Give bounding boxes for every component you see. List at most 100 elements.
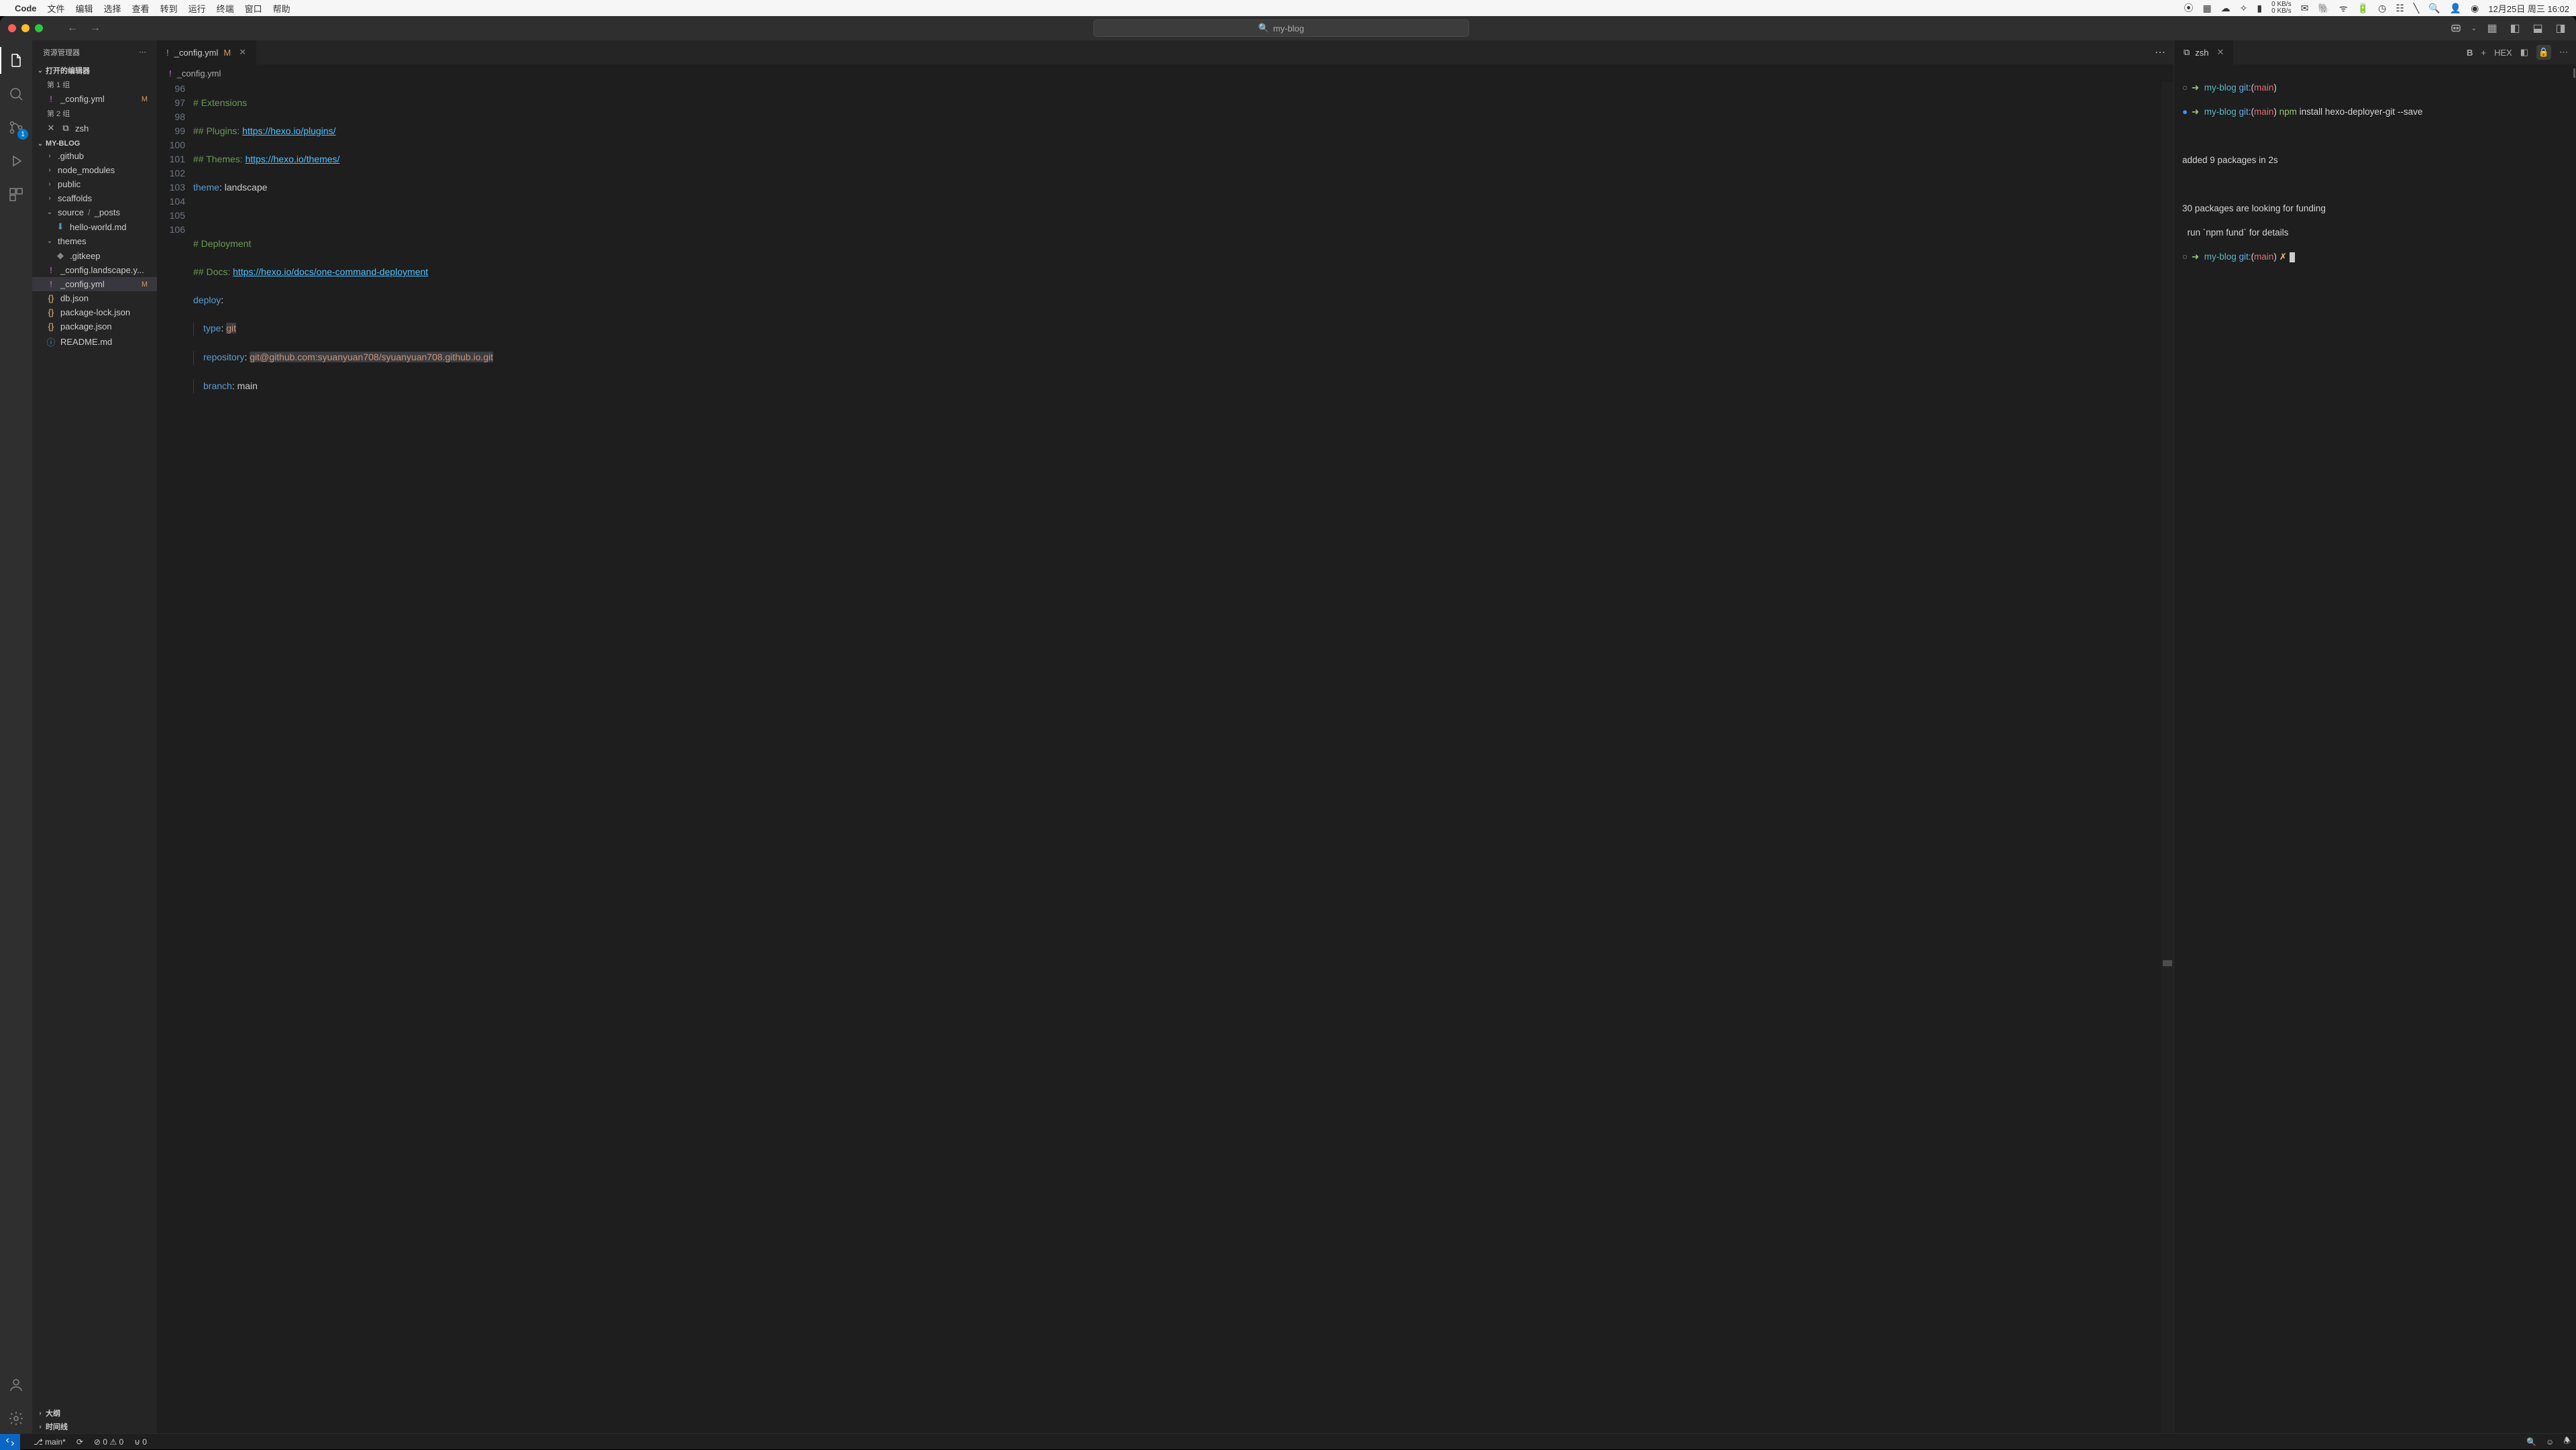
activity-explorer[interactable]: [0, 46, 32, 75]
clock-text[interactable]: 12月25日 周三 16:02: [2488, 2, 2569, 15]
section-open-editors[interactable]: ⌄ 打开的编辑器: [32, 64, 157, 77]
user-icon[interactable]: 👤: [2450, 3, 2461, 14]
code-content[interactable]: # Extensions ## Plugins: https://hexo.io…: [193, 82, 2174, 1433]
activity-scm[interactable]: 1: [0, 113, 32, 142]
control-center-icon[interactable]: ☷: [2396, 3, 2404, 14]
nav-forward-button[interactable]: →: [86, 20, 105, 36]
traffic-lights: [8, 24, 43, 32]
file-db-json[interactable]: {}db.json: [32, 291, 157, 305]
chevron-down-icon: ⌄: [46, 238, 54, 245]
folder-node-modules[interactable]: ›node_modules: [32, 163, 157, 177]
wechat-icon[interactable]: ✉︎: [2301, 3, 2309, 14]
file-package-json[interactable]: {}package.json: [32, 319, 157, 333]
net-stat: 0 KB/s 0 KB/s: [2271, 1, 2291, 15]
open-editor-config[interactable]: ! _config.yml M: [32, 92, 157, 106]
section-timeline[interactable]: ›时间线: [32, 1420, 157, 1433]
more-icon[interactable]: ⋯: [139, 48, 146, 56]
copilot-icon[interactable]: [2449, 21, 2463, 36]
spotlight-icon[interactable]: 🔍: [2428, 3, 2440, 14]
menu-select[interactable]: 选择: [104, 2, 121, 15]
close-icon[interactable]: ✕: [239, 47, 246, 58]
split-icon[interactable]: ◧: [2520, 47, 2528, 58]
menu-edit[interactable]: 编辑: [76, 2, 93, 15]
layout-grid-icon[interactable]: ▦: [2485, 21, 2500, 36]
activity-bar: 1: [0, 40, 32, 1433]
activity-extensions[interactable]: [0, 180, 32, 209]
hex-button[interactable]: HEX: [2494, 48, 2512, 58]
activity-search[interactable]: [0, 79, 32, 109]
folder-scaffolds[interactable]: ›scaffolds: [32, 191, 157, 205]
file-config-landscape[interactable]: !_config.landscape.y...: [32, 263, 157, 277]
menu-help[interactable]: 帮助: [273, 2, 290, 15]
tray-icon-2[interactable]: ☁︎: [2221, 3, 2231, 14]
zoom-window-button[interactable]: [35, 24, 43, 32]
tray-icon-4[interactable]: ▮: [2257, 3, 2262, 14]
chevron-down-icon[interactable]: ⌄: [2471, 25, 2477, 32]
menu-view[interactable]: 查看: [132, 2, 150, 15]
wifi-icon[interactable]: ᯤ: [2339, 2, 2348, 15]
close-icon[interactable]: ✕: [46, 123, 56, 134]
file-config[interactable]: !_config.ymlM: [32, 277, 157, 291]
panel-bottom-icon[interactable]: ⬓: [2530, 21, 2545, 36]
more-icon[interactable]: ⋯: [2155, 46, 2165, 59]
bell-icon[interactable]: 🕭: [2563, 1435, 2571, 1449]
zoom-icon[interactable]: 🔍: [2526, 1437, 2536, 1447]
more-icon[interactable]: ⋯: [2559, 47, 2568, 58]
lock-icon[interactable]: 🔒: [2536, 45, 2551, 60]
remote-button[interactable]: [0, 1434, 20, 1450]
record-icon[interactable]: ⦿: [2184, 1, 2193, 15]
minimize-window-button[interactable]: [21, 24, 30, 32]
app-name[interactable]: Code: [15, 3, 37, 13]
section-project[interactable]: ⌄ MY-BLOG: [32, 138, 157, 149]
activity-account[interactable]: [0, 1370, 32, 1400]
copilot-status-icon[interactable]: ☺: [2546, 1437, 2554, 1447]
activity-debug[interactable]: [0, 146, 32, 176]
clock-icon[interactable]: ◷: [2378, 3, 2386, 14]
add-button[interactable]: +: [2481, 48, 2486, 58]
menu-go[interactable]: 转到: [160, 2, 178, 15]
command-center-search[interactable]: 🔍 my-blog: [1093, 19, 1469, 37]
file-gitkeep[interactable]: ◆.gitkeep: [32, 248, 157, 263]
vscode-window: ← → 🔍 my-blog ⌄ ▦ ◧ ⬓ ◨: [0, 16, 2576, 1449]
panel-left-icon[interactable]: ◧: [2508, 21, 2522, 36]
section-outline[interactable]: ›大纲: [32, 1406, 157, 1420]
minimap[interactable]: [2161, 82, 2174, 1433]
scrollbar-thumb[interactable]: [2573, 68, 2575, 78]
file-readme[interactable]: ⓘREADME.md: [32, 333, 157, 350]
menu-window[interactable]: 窗口: [245, 2, 262, 15]
menu-run[interactable]: 运行: [189, 2, 206, 15]
activity-settings[interactable]: [0, 1404, 32, 1433]
nav-back-button[interactable]: ←: [63, 20, 82, 36]
editor-body[interactable]: 96 97 98 99 100 101 102 103 104 105 106 …: [157, 82, 2174, 1433]
tab-zsh[interactable]: ⧉ zsh ✕: [2174, 40, 2233, 64]
folder-source[interactable]: ⌄source / _posts: [32, 205, 157, 219]
menu-file[interactable]: 文件: [48, 2, 65, 15]
modified-badge: M: [223, 48, 231, 58]
problems-button[interactable]: ⊘ 0 ⚠ 0: [94, 1437, 123, 1447]
folder-github[interactable]: ›.github: [32, 149, 157, 163]
file-hello-world[interactable]: ⬇hello-world.md: [32, 219, 157, 234]
tray-icon-3[interactable]: ✧: [2240, 3, 2248, 14]
close-window-button[interactable]: [8, 24, 16, 32]
bold-button[interactable]: B: [2467, 48, 2473, 58]
battery-icon[interactable]: 🔋: [2357, 3, 2369, 14]
ruler-icon[interactable]: ╲: [2414, 3, 2419, 14]
yaml-icon: !: [46, 279, 56, 289]
open-editor-zsh[interactable]: ✕ ⧉ zsh: [32, 121, 157, 136]
scm-badge: 1: [17, 129, 28, 140]
branch-button[interactable]: ⎇ main*: [34, 1437, 66, 1447]
evernote-icon[interactable]: 🐘: [2318, 3, 2329, 14]
tray-icon[interactable]: ▦: [2202, 3, 2211, 14]
breadcrumb[interactable]: ! _config.yml: [157, 64, 2174, 82]
panel-right-icon[interactable]: ◨: [2553, 21, 2568, 36]
folder-public[interactable]: ›public: [32, 177, 157, 191]
file-package-lock[interactable]: {}package-lock.json: [32, 305, 157, 319]
ports-button[interactable]: ⊍ 0: [134, 1437, 147, 1447]
close-icon[interactable]: ✕: [2217, 47, 2224, 58]
menu-terminal[interactable]: 终端: [217, 2, 234, 15]
siri-icon[interactable]: ◉: [2471, 3, 2479, 14]
tab-config-yml[interactable]: ! _config.yml M ✕: [157, 40, 256, 64]
sync-button[interactable]: ⟳: [76, 1437, 83, 1447]
terminal-output[interactable]: ○ ➜ my-blog git:(main) ● ➜ my-blog git:(…: [2174, 64, 2576, 1433]
folder-themes[interactable]: ⌄themes: [32, 234, 157, 248]
